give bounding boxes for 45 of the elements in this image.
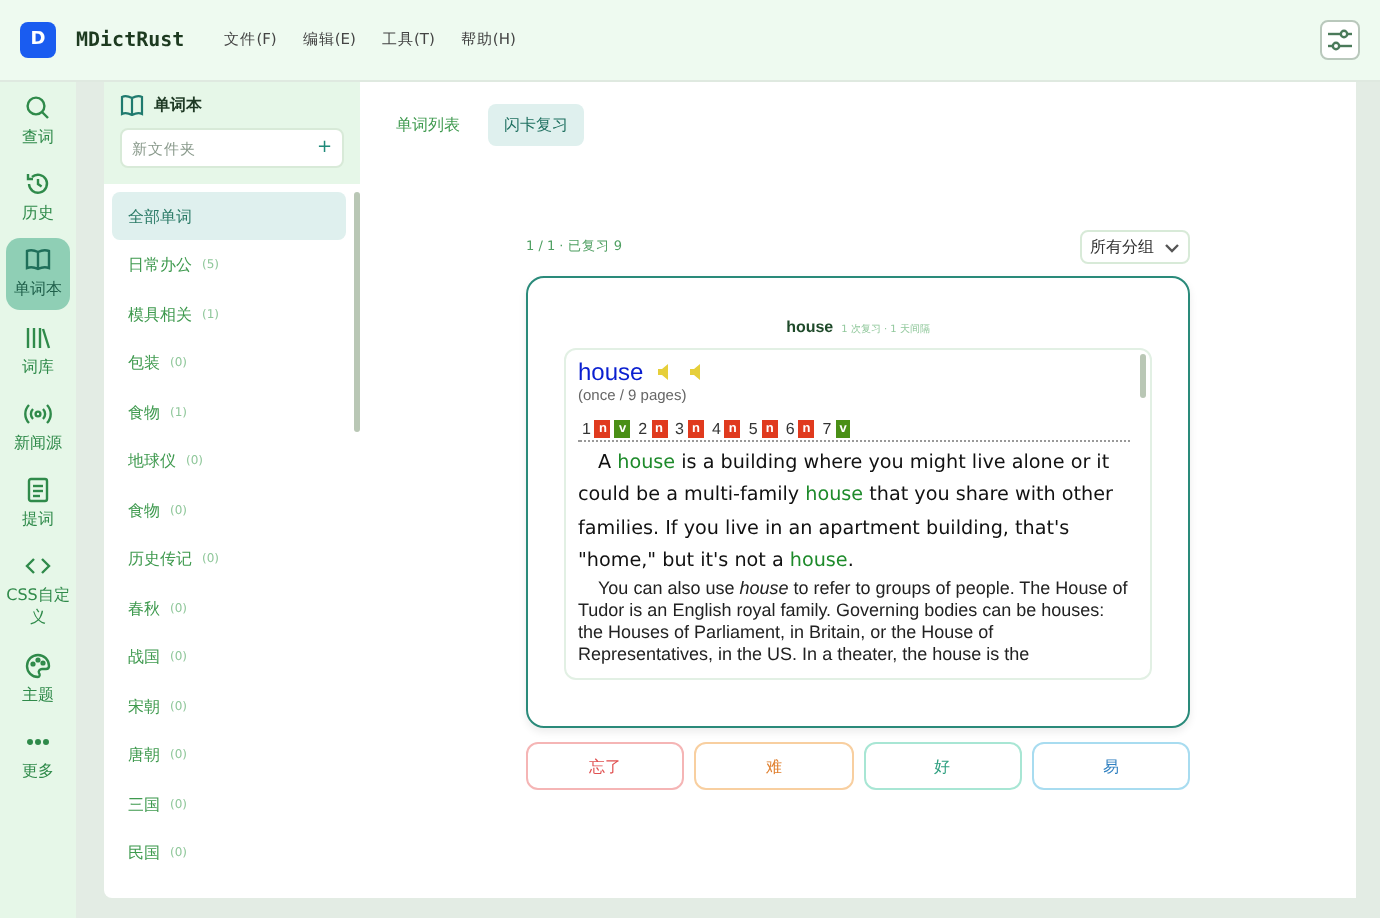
sliders-icon	[1326, 26, 1354, 54]
usage-text: You can also use house to refer to groups of people. The House of Tudor is an English royal family. Governing bodies can be houses: the Houses of Parliament, in Britain, or the House of Representatives, in the US. In a theater, the house is the	[578, 578, 1130, 665]
app-logo: D	[20, 22, 56, 58]
tab[interactable]: 单词列表	[380, 104, 476, 146]
tab[interactable]: 闪卡复习	[488, 104, 584, 146]
folder-item[interactable]: 全部单词	[112, 192, 346, 240]
nav-item[interactable]: CSS自定义	[6, 544, 70, 637]
sense-number[interactable]: 2	[638, 420, 648, 438]
settings-button[interactable]	[1320, 20, 1360, 60]
nav-item[interactable]: 历史	[6, 162, 70, 233]
panel-title: 单词本	[154, 94, 202, 116]
sense-number[interactable]: 6	[785, 420, 795, 438]
sense-number[interactable]: 7	[822, 420, 832, 438]
nav-item[interactable]: 提词	[6, 467, 70, 539]
nav-item[interactable]: 主题	[6, 643, 70, 714]
books-icon	[24, 323, 52, 352]
nav-item[interactable]: 词库	[6, 315, 70, 386]
card-word: house	[786, 318, 834, 336]
book-icon	[24, 246, 52, 275]
headword: house	[578, 358, 644, 386]
book-icon	[120, 94, 144, 116]
definition-text: A house is a building where you might live alone or it could be a multi-family house that you share with other families. If you live in an apartment building, that's "home," but it's not a house.	[578, 450, 1115, 576]
grade-button[interactable]: 忘了	[526, 742, 685, 790]
search-icon	[24, 94, 52, 122]
app-title: MDictRust	[76, 29, 185, 51]
group-dropdown[interactable]: 所有分组	[1080, 230, 1190, 264]
nav-item[interactable]: 新闻源	[6, 391, 70, 462]
nav-item[interactable]: 单词本	[6, 238, 70, 310]
nav-item[interactable]: 更多	[6, 719, 70, 790]
history-icon	[24, 170, 52, 199]
add-button[interactable]: +	[316, 138, 332, 158]
nav-item[interactable]: 查词	[6, 86, 70, 157]
grade-button[interactable]: 易	[1031, 742, 1190, 790]
sense-number[interactable]: 5	[748, 420, 758, 438]
sense-number[interactable]: 1	[582, 420, 591, 438]
scrollbar[interactable]	[354, 192, 360, 432]
palette-icon	[24, 651, 52, 679]
sense-number[interactable]: 4	[711, 420, 721, 438]
grade-button[interactable]: 难	[694, 742, 853, 790]
sense-number[interactable]: 3	[675, 420, 684, 438]
broadcast-icon	[24, 399, 52, 428]
scrollbar[interactable]	[1140, 354, 1146, 398]
grade-button[interactable]: 好	[863, 742, 1022, 790]
chevron-down-icon	[1164, 241, 1180, 253]
document-icon	[24, 475, 52, 504]
